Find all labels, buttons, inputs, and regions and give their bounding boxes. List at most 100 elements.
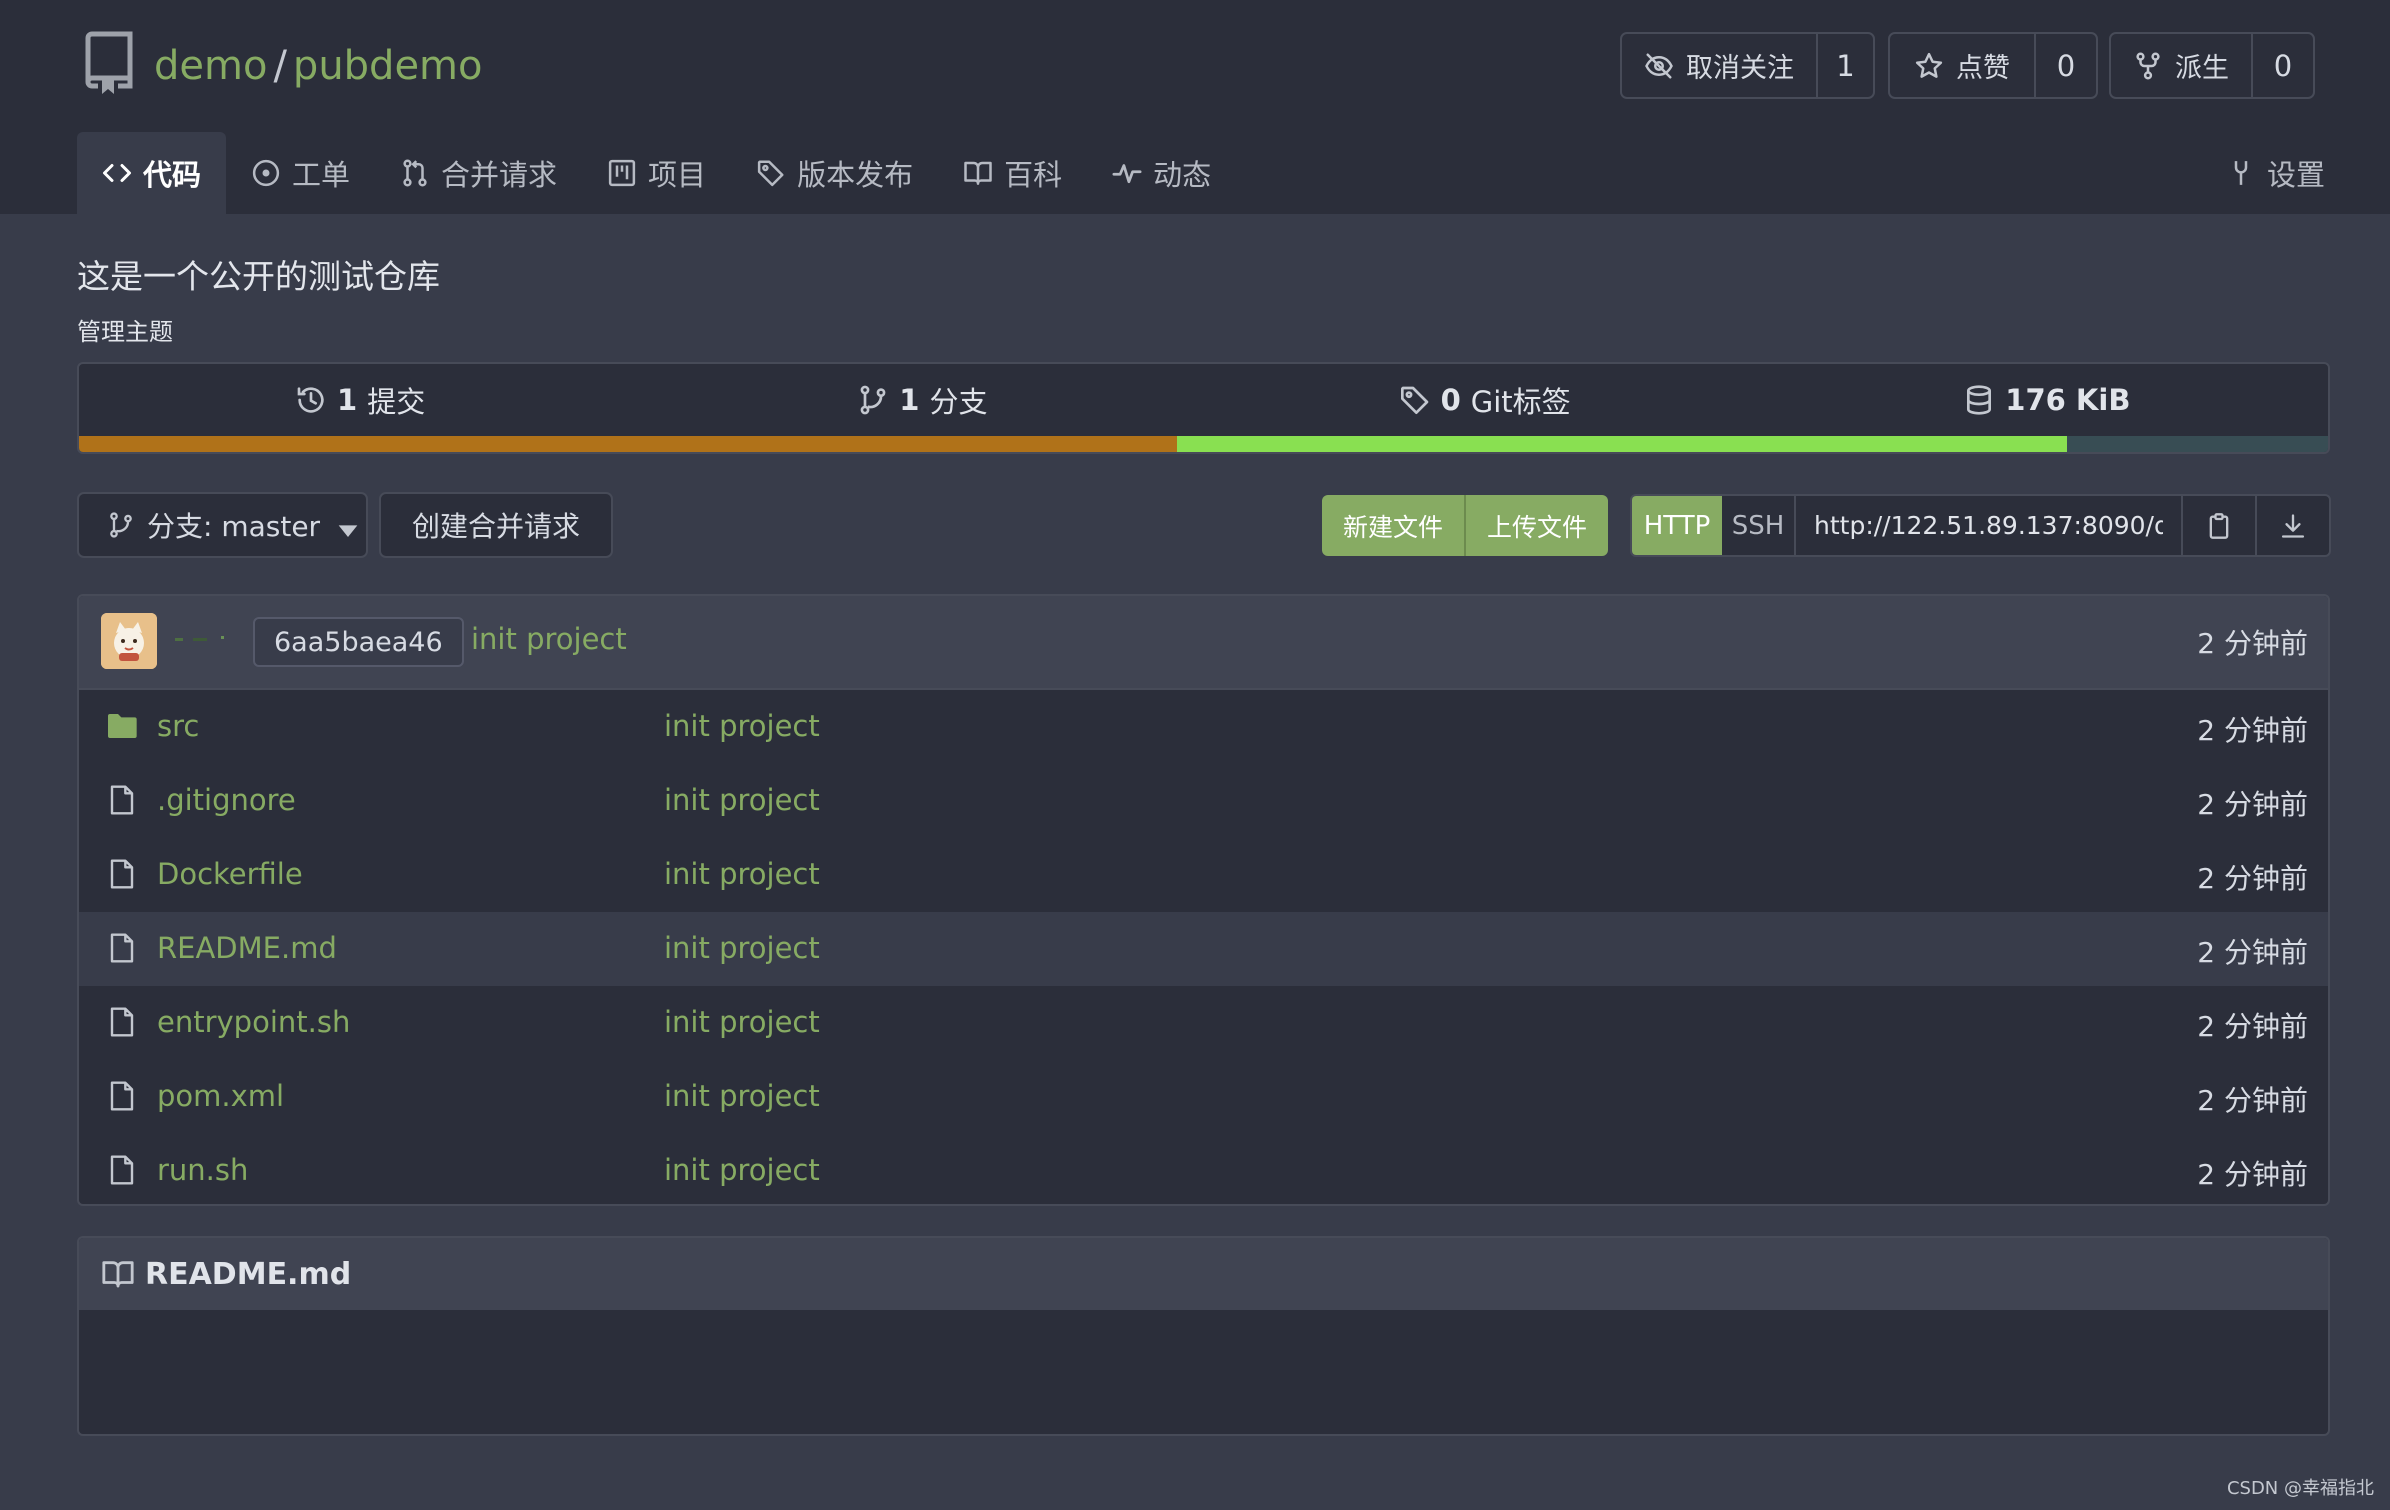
download-icon xyxy=(2279,512,2307,540)
tab-wiki[interactable]: 百科 xyxy=(938,132,1087,214)
avatar[interactable] xyxy=(101,613,157,669)
folder-icon xyxy=(106,710,138,742)
watch-count[interactable]: 1 xyxy=(1816,34,1873,97)
star-button[interactable]: 点赞 xyxy=(1890,34,2034,97)
clone-url-input[interactable] xyxy=(1796,496,2181,555)
manage-topics-link[interactable]: 管理主题 xyxy=(77,312,173,347)
repo-owner-link[interactable]: demo xyxy=(154,43,267,89)
copy-url-button[interactable] xyxy=(2181,496,2255,555)
file-row[interactable]: .gitignore init project 2 分钟前 xyxy=(79,764,2328,838)
tab-settings[interactable]: 设置 xyxy=(2201,132,2350,214)
file-time: 2 分钟前 xyxy=(2197,788,2308,821)
file-icon xyxy=(106,932,138,964)
repo-stats: 1 提交 1 分支 0 Git标签 176 KiB xyxy=(77,362,2330,454)
file-name-link[interactable]: Dockerfile xyxy=(157,857,303,891)
language-bar-segment xyxy=(1176,436,2068,452)
file-commit-link[interactable]: init project xyxy=(664,931,820,965)
repo-header: demo / pubdemo 取消关注 1 点赞 0 派生 0 代码 工单 合并… xyxy=(0,0,2390,214)
tags-label: Git标签 xyxy=(1470,385,1571,419)
tab-projects[interactable]: 项目 xyxy=(582,132,731,214)
file-name-link[interactable]: pom.xml xyxy=(157,1079,284,1113)
commits-count: 1 xyxy=(337,383,358,417)
size-stat: 176 KiB xyxy=(1766,364,2328,436)
commits-stat[interactable]: 1 提交 xyxy=(79,364,641,436)
file-name-link[interactable]: src xyxy=(157,709,199,743)
commit-sha-button[interactable]: 6aa5baea46 xyxy=(253,617,464,667)
tab-pull-requests-label: 合并请求 xyxy=(441,158,558,192)
tab-pull-requests[interactable]: 合并请求 xyxy=(375,132,582,214)
tab-issues[interactable]: 工单 xyxy=(226,132,375,214)
file-time: 2 分钟前 xyxy=(2197,862,2308,895)
unwatch-button[interactable]: 取消关注 xyxy=(1622,34,1816,97)
file-commit-link[interactable]: init project xyxy=(664,783,820,817)
branch-label: 分支: master xyxy=(147,510,321,543)
eye-slash-icon xyxy=(1644,51,1674,81)
tab-activity-label: 动态 xyxy=(1153,158,1212,192)
tab-releases-label: 版本发布 xyxy=(797,158,914,192)
file-name-link[interactable]: entrypoint.sh xyxy=(157,1005,350,1039)
repo-title-separator: / xyxy=(273,43,287,89)
project-icon xyxy=(607,158,637,188)
file-row[interactable]: Dockerfile init project 2 分钟前 xyxy=(79,838,2328,912)
file-commit-link[interactable]: init project xyxy=(664,857,820,891)
file-actions: 新建文件 上传文件 xyxy=(1322,495,1609,556)
star-label: 点赞 xyxy=(1956,53,2010,84)
fork-count[interactable]: 0 xyxy=(2251,34,2313,97)
file-name-link[interactable]: README.md xyxy=(157,931,337,965)
upload-file-button[interactable]: 上传文件 xyxy=(1464,495,1608,556)
file-row[interactable]: src init project 2 分钟前 xyxy=(79,690,2328,764)
file-time: 2 分钟前 xyxy=(2197,1158,2308,1191)
clone-http-button[interactable]: HTTP xyxy=(1632,496,1722,555)
file-icon xyxy=(106,858,138,890)
file-name-link[interactable]: run.sh xyxy=(157,1153,248,1187)
caret-down-icon xyxy=(334,516,358,537)
download-button[interactable] xyxy=(2255,496,2329,555)
file-row[interactable]: run.sh init project 2 分钟前 xyxy=(79,1134,2328,1204)
branch-dropdown[interactable]: 分支: master xyxy=(77,492,368,558)
file-commit-link[interactable]: init project xyxy=(664,1079,820,1113)
file-time: 2 分钟前 xyxy=(2197,1084,2308,1117)
issue-icon xyxy=(251,158,281,188)
language-bar-segment xyxy=(2067,436,2328,452)
file-commit-link[interactable]: init project xyxy=(664,1005,820,1039)
tool-icon xyxy=(2226,158,2256,188)
commit-message-link[interactable]: init project xyxy=(471,622,627,656)
file-time: 2 分钟前 xyxy=(2197,714,2308,747)
repo-name-link[interactable]: pubdemo xyxy=(293,43,483,89)
fork-button[interactable]: 派生 xyxy=(2111,34,2251,97)
pull-request-icon xyxy=(400,158,430,188)
star-icon xyxy=(1914,51,1944,81)
readme-header: README.md xyxy=(79,1238,2328,1310)
clipboard-icon xyxy=(2205,512,2233,540)
tags-stat[interactable]: 0 Git标签 xyxy=(1204,364,1766,436)
star-group: 点赞 0 xyxy=(1888,32,2098,99)
new-file-button[interactable]: 新建文件 xyxy=(1322,495,1464,556)
file-row[interactable]: entrypoint.sh init project 2 分钟前 xyxy=(79,986,2328,1060)
file-icon xyxy=(106,1154,138,1186)
file-row[interactable]: pom.xml init project 2 分钟前 xyxy=(79,1060,2328,1134)
code-icon xyxy=(102,158,132,188)
repo-description: 这是一个公开的测试仓库 xyxy=(77,257,440,296)
commit-author[interactable] xyxy=(173,636,233,644)
tab-code[interactable]: 代码 xyxy=(77,132,227,214)
history-icon xyxy=(295,384,327,416)
file-time: 2 分钟前 xyxy=(2197,1010,2308,1043)
file-commit-link[interactable]: init project xyxy=(664,709,820,743)
tags-count: 0 xyxy=(1440,383,1461,417)
branch-icon xyxy=(107,511,135,539)
tab-releases[interactable]: 版本发布 xyxy=(731,132,938,214)
repo-title: demo / pubdemo xyxy=(154,36,483,96)
file-row[interactable]: README.md init project 2 分钟前 xyxy=(79,912,2328,986)
star-count[interactable]: 0 xyxy=(2034,34,2096,97)
branches-stat[interactable]: 1 分支 xyxy=(641,364,1203,436)
branch-icon xyxy=(857,384,889,416)
tab-activity[interactable]: 动态 xyxy=(1087,132,1236,214)
file-commit-link[interactable]: init project xyxy=(664,1153,820,1187)
clone-ssh-button[interactable]: SSH xyxy=(1722,496,1796,555)
unwatch-label: 取消关注 xyxy=(1686,53,1794,84)
tab-projects-label: 项目 xyxy=(648,158,707,192)
create-pr-button[interactable]: 创建合并请求 xyxy=(379,492,613,558)
file-name-link[interactable]: .gitignore xyxy=(157,783,296,817)
watch-group: 取消关注 1 xyxy=(1620,32,1875,99)
fork-icon xyxy=(2133,51,2163,81)
